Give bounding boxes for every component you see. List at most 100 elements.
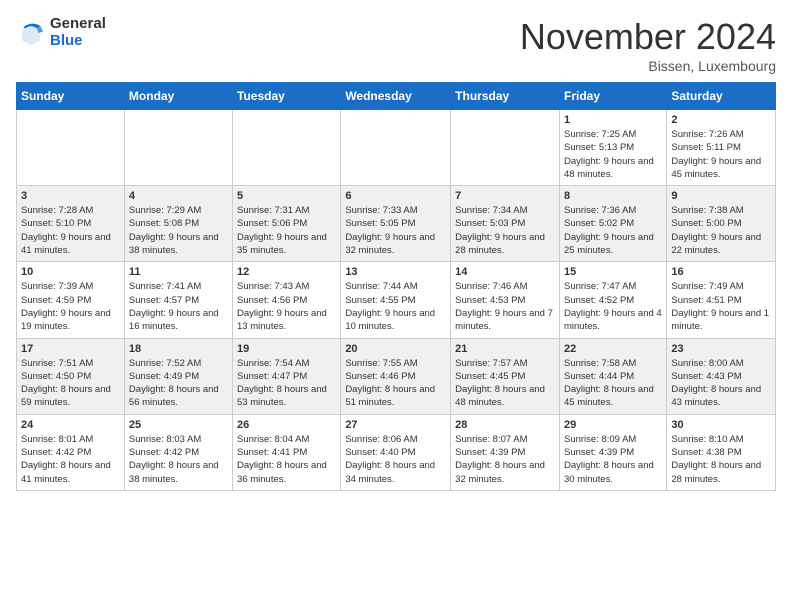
day-info: Sunrise: 7:25 AM Sunset: 5:13 PM Dayligh…: [564, 128, 662, 181]
calendar-cell: 24 Sunrise: 8:01 AM Sunset: 4:42 PM Dayli…: [17, 414, 125, 490]
day-number: 22: [564, 343, 662, 355]
day-info: Sunrise: 7:39 AM Sunset: 4:59 PM Dayligh…: [21, 280, 120, 333]
calendar-cell: 18Sunrise: 7:52 AM Sunset: 4:49 PM Dayli…: [124, 338, 232, 414]
day-info: Sunrise: 8:06 AM Sunset: 4:40 PM Dayligh…: [345, 433, 446, 486]
calendar-cell: [341, 110, 451, 186]
calendar-cell: 20Sunrise: 7:55 AM Sunset: 4:46 PM Dayli…: [341, 338, 451, 414]
calendar-cell: 26 Sunrise: 8:04 AM Sunset: 4:41 PM Dayli…: [233, 414, 341, 490]
day-info: Sunrise: 7:57 AM Sunset: 4:45 PM Dayligh…: [455, 357, 555, 410]
day-number: 4: [129, 190, 228, 202]
day-number: 10: [21, 266, 120, 278]
col-header-tuesday: Tuesday: [233, 83, 341, 110]
calendar-cell: 22 Sunrise: 7:58 AM Sunset: 4:44 PM Dayli…: [559, 338, 666, 414]
day-number: 7: [455, 190, 555, 202]
day-number: 30: [671, 419, 771, 431]
day-info: Sunrise: 8:01 AM Sunset: 4:42 PM Dayligh…: [21, 433, 120, 486]
month-title: November 2024: [520, 16, 776, 58]
calendar-cell: 10 Sunrise: 7:39 AM Sunset: 4:59 PM Dayli…: [17, 262, 125, 338]
day-info: Sunrise: 7:41 AM Sunset: 4:57 PM Dayligh…: [129, 280, 228, 333]
calendar-cell: 9Sunrise: 7:38 AM Sunset: 5:00 PM Daylig…: [667, 186, 776, 262]
day-number: 1: [564, 114, 662, 126]
day-number: 11: [129, 266, 228, 278]
day-info: Sunrise: 7:58 AM Sunset: 4:44 PM Dayligh…: [564, 357, 662, 410]
day-info: Sunrise: 7:36 AM Sunset: 5:02 PM Dayligh…: [564, 204, 662, 257]
title-block: November 2024 Bissen, Luxembourg: [520, 16, 776, 74]
day-info: Sunrise: 7:26 AM Sunset: 5:11 PM Dayligh…: [671, 128, 771, 181]
location: Bissen, Luxembourg: [520, 58, 776, 74]
calendar-cell: 28 Sunrise: 8:07 AM Sunset: 4:39 PM Dayli…: [451, 414, 560, 490]
calendar-cell: 21 Sunrise: 7:57 AM Sunset: 4:45 PM Dayli…: [451, 338, 560, 414]
col-header-sunday: Sunday: [17, 83, 125, 110]
calendar-table: SundayMondayTuesdayWednesdayThursdayFrid…: [16, 82, 776, 491]
day-info: Sunrise: 7:43 AM Sunset: 4:56 PM Dayligh…: [237, 280, 336, 333]
calendar-cell: 14 Sunrise: 7:46 AM Sunset: 4:53 PM Dayli…: [451, 262, 560, 338]
day-info: Sunrise: 8:04 AM Sunset: 4:41 PM Dayligh…: [237, 433, 336, 486]
day-info: Sunrise: 7:31 AM Sunset: 5:06 PM Dayligh…: [237, 204, 336, 257]
calendar-cell: 8 Sunrise: 7:36 AM Sunset: 5:02 PM Daylig…: [559, 186, 666, 262]
day-info: Sunrise: 7:52 AM Sunset: 4:49 PM Dayligh…: [129, 357, 228, 410]
day-number: 25: [129, 419, 228, 431]
calendar-cell: [233, 110, 341, 186]
day-number: 26: [237, 419, 336, 431]
day-number: 24: [21, 419, 120, 431]
page-header: General Blue November 2024 Bissen, Luxem…: [16, 16, 776, 74]
calendar-week-4: 17 Sunrise: 7:51 AM Sunset: 4:50 PM Dayli…: [17, 338, 776, 414]
day-number: 13: [345, 266, 446, 278]
calendar-cell: 23 Sunrise: 8:00 AM Sunset: 4:43 PM Dayli…: [667, 338, 776, 414]
calendar-cell: 25 Sunrise: 8:03 AM Sunset: 4:42 PM Dayli…: [124, 414, 232, 490]
day-number: 8: [564, 190, 662, 202]
col-header-friday: Friday: [559, 83, 666, 110]
day-info: Sunrise: 7:51 AM Sunset: 4:50 PM Dayligh…: [21, 357, 120, 410]
day-number: 21: [455, 343, 555, 355]
day-number: 29: [564, 419, 662, 431]
calendar-header-row: SundayMondayTuesdayWednesdayThursdayFrid…: [17, 83, 776, 110]
day-info: Sunrise: 7:28 AM Sunset: 5:10 PM Dayligh…: [21, 204, 120, 257]
day-number: 12: [237, 266, 336, 278]
logo: General Blue: [16, 16, 106, 49]
calendar-cell: 2 Sunrise: 7:26 AM Sunset: 5:11 PM Daylig…: [667, 110, 776, 186]
day-number: 6: [345, 190, 446, 202]
day-number: 3: [21, 190, 120, 202]
day-number: 5: [237, 190, 336, 202]
calendar-cell: 4 Sunrise: 7:29 AM Sunset: 5:08 PM Daylig…: [124, 186, 232, 262]
day-info: Sunrise: 8:00 AM Sunset: 4:43 PM Dayligh…: [671, 357, 771, 410]
day-info: Sunrise: 7:33 AM Sunset: 5:05 PM Dayligh…: [345, 204, 446, 257]
day-number: 15: [564, 266, 662, 278]
calendar-cell: 19 Sunrise: 7:54 AM Sunset: 4:47 PM Dayli…: [233, 338, 341, 414]
day-number: 17: [21, 343, 120, 355]
col-header-thursday: Thursday: [451, 83, 560, 110]
calendar-week-5: 24 Sunrise: 8:01 AM Sunset: 4:42 PM Dayli…: [17, 414, 776, 490]
calendar-cell: 30Sunrise: 8:10 AM Sunset: 4:38 PM Dayli…: [667, 414, 776, 490]
day-number: 16: [671, 266, 771, 278]
day-number: 2: [671, 114, 771, 126]
calendar-cell: 11 Sunrise: 7:41 AM Sunset: 4:57 PM Dayli…: [124, 262, 232, 338]
day-info: Sunrise: 8:07 AM Sunset: 4:39 PM Dayligh…: [455, 433, 555, 486]
day-info: Sunrise: 8:03 AM Sunset: 4:42 PM Dayligh…: [129, 433, 228, 486]
day-info: Sunrise: 7:54 AM Sunset: 4:47 PM Dayligh…: [237, 357, 336, 410]
day-info: Sunrise: 7:29 AM Sunset: 5:08 PM Dayligh…: [129, 204, 228, 257]
day-number: 27: [345, 419, 446, 431]
day-number: 20: [345, 343, 446, 355]
day-number: 9: [671, 190, 771, 202]
day-info: Sunrise: 7:47 AM Sunset: 4:52 PM Dayligh…: [564, 280, 662, 333]
day-info: Sunrise: 7:44 AM Sunset: 4:55 PM Dayligh…: [345, 280, 446, 333]
calendar-cell: 3 Sunrise: 7:28 AM Sunset: 5:10 PM Daylig…: [17, 186, 125, 262]
col-header-saturday: Saturday: [667, 83, 776, 110]
day-info: Sunrise: 7:34 AM Sunset: 5:03 PM Dayligh…: [455, 204, 555, 257]
day-number: 14: [455, 266, 555, 278]
day-info: Sunrise: 7:46 AM Sunset: 4:53 PM Dayligh…: [455, 280, 555, 333]
calendar-cell: 27 Sunrise: 8:06 AM Sunset: 4:40 PM Dayli…: [341, 414, 451, 490]
col-header-monday: Monday: [124, 83, 232, 110]
calendar-cell: [124, 110, 232, 186]
day-number: 28: [455, 419, 555, 431]
calendar-cell: 6 Sunrise: 7:33 AM Sunset: 5:05 PM Daylig…: [341, 186, 451, 262]
calendar-cell: [17, 110, 125, 186]
day-number: 19: [237, 343, 336, 355]
calendar-week-2: 3 Sunrise: 7:28 AM Sunset: 5:10 PM Daylig…: [17, 186, 776, 262]
day-number: 23: [671, 343, 771, 355]
calendar-cell: 7 Sunrise: 7:34 AM Sunset: 5:03 PM Daylig…: [451, 186, 560, 262]
day-info: Sunrise: 8:09 AM Sunset: 4:39 PM Dayligh…: [564, 433, 662, 486]
calendar-cell: 17 Sunrise: 7:51 AM Sunset: 4:50 PM Dayli…: [17, 338, 125, 414]
calendar-cell: 29 Sunrise: 8:09 AM Sunset: 4:39 PM Dayli…: [559, 414, 666, 490]
day-info: Sunrise: 7:49 AM Sunset: 4:51 PM Dayligh…: [671, 280, 771, 333]
